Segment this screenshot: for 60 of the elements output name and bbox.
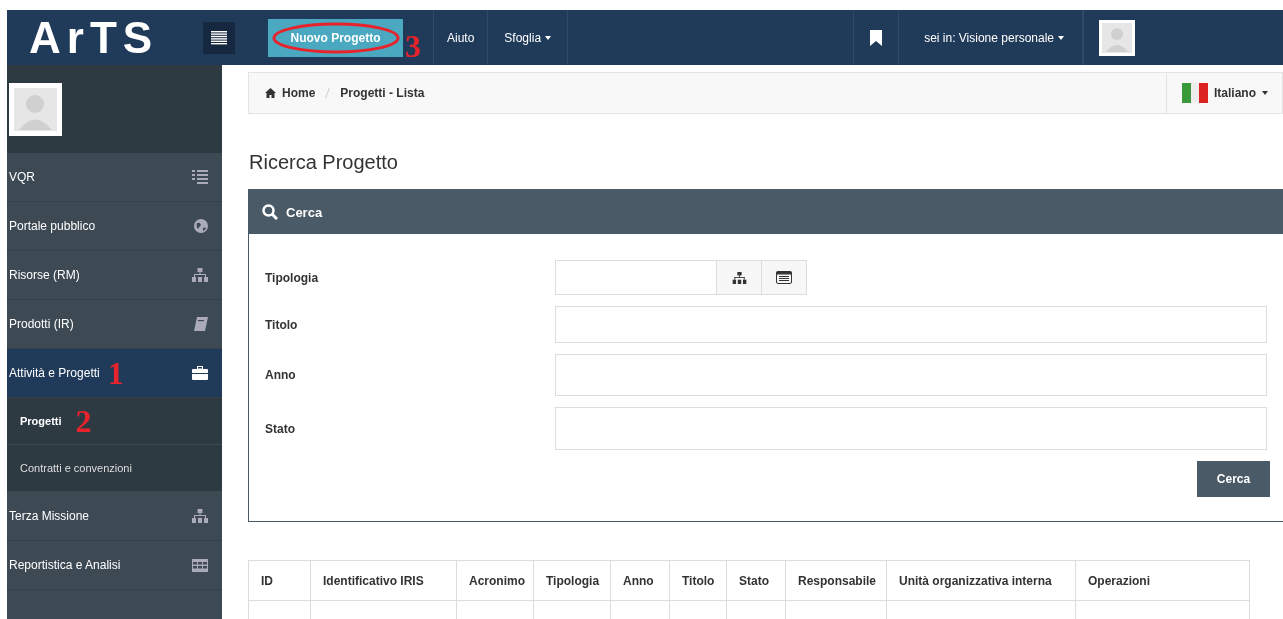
column-header: Unità organizzativa interna — [886, 560, 1076, 601]
globe-icon — [194, 219, 208, 233]
bookmark-icon[interactable] — [870, 29, 883, 46]
list-icon — [192, 170, 208, 184]
column-header: ID — [248, 560, 311, 601]
annotation-number: 2 — [75, 405, 92, 437]
field-label: Tipologia — [265, 270, 320, 285]
sidebar-item[interactable]: Attività e Progetti 1 — [7, 349, 222, 398]
annotation-number: 1 — [107, 357, 124, 389]
avatar-icon — [9, 82, 62, 136]
nav-link[interactable]: Sfoglia — [488, 10, 569, 65]
sitemap-icon — [192, 509, 208, 523]
input-field[interactable] — [555, 354, 1267, 396]
caret-icon — [1058, 35, 1064, 40]
search-button[interactable]: Cerca — [1197, 461, 1270, 497]
home-icon — [265, 88, 276, 98]
book-icon — [194, 317, 208, 331]
field-label: Anno — [265, 368, 297, 382]
input-field[interactable] — [555, 260, 717, 295]
search-icon — [262, 204, 278, 220]
field-label: Titolo — [265, 317, 299, 332]
sidebar-item[interactable]: Reportistica e Analisi — [7, 541, 222, 590]
language-dropdown[interactable]: Italiano — [1166, 73, 1282, 113]
briefcase-icon — [192, 366, 208, 380]
column-header: Acronimo — [456, 560, 534, 601]
table-icon — [192, 558, 208, 572]
logo: ArTS — [28, 11, 160, 64]
column-header: Titolo — [669, 560, 727, 601]
sitemap-icon — [192, 268, 208, 282]
panel-header: Cerca — [249, 190, 1283, 234]
column-header: Operazioni — [1075, 560, 1250, 601]
breadcrumb-link[interactable]: Home — [282, 86, 316, 100]
nav-link[interactable]: Aiuto — [434, 10, 489, 65]
column-header: Anno — [610, 560, 670, 601]
field-label: Stato — [265, 421, 296, 436]
column-header: Responsabile — [785, 560, 887, 601]
avatar-icon[interactable] — [1099, 19, 1135, 56]
annotation-number: 3 — [405, 30, 421, 62]
caret-icon — [1262, 91, 1268, 95]
sidebar-item[interactable]: VQR — [7, 153, 222, 202]
sitemap-icon — [731, 271, 747, 284]
list-icon — [776, 271, 792, 284]
caret-icon — [545, 35, 552, 40]
column-header: Stato — [726, 560, 786, 601]
select-field[interactable] — [555, 407, 1267, 450]
sidebar-item[interactable]: Portale pubblico — [7, 202, 222, 251]
sidebar-item[interactable]: Risorse (RM) — [7, 251, 222, 300]
input-field[interactable] — [555, 306, 1267, 343]
column-header: Identificativo IRIS — [310, 560, 457, 601]
sidebar-item[interactable]: Terza Missione — [7, 492, 222, 541]
breadcrumb-link[interactable]: Progetti - Lista — [340, 86, 425, 100]
flag-icon — [1182, 83, 1208, 103]
page-title: Ricerca Progetto — [249, 151, 399, 174]
column-header: Tipologia — [533, 560, 611, 601]
menu-icon[interactable] — [203, 21, 235, 54]
list-button[interactable] — [762, 260, 807, 295]
sidebar-subitem[interactable]: Progetti 2 — [7, 398, 222, 445]
context-dropdown[interactable]: sei in: Visione personale — [899, 10, 1083, 65]
sidebar-subitem[interactable]: Contratti e convenzioni — [7, 445, 222, 492]
tree-button[interactable] — [717, 260, 762, 295]
